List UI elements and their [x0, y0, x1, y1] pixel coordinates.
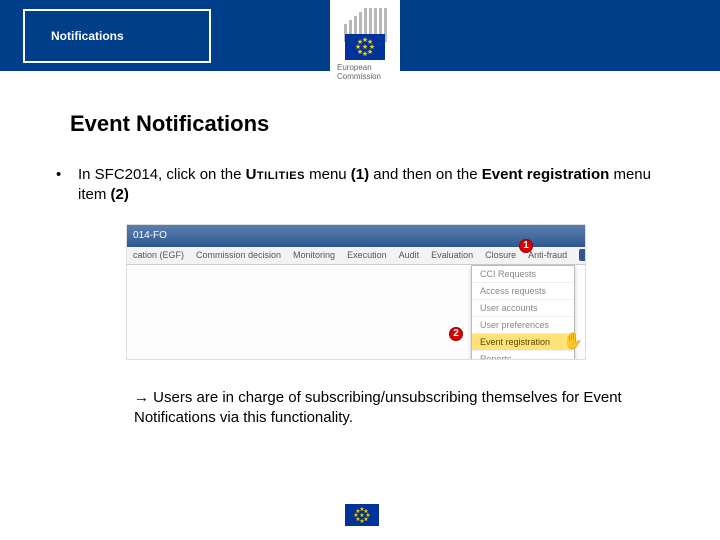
- menu-item[interactable]: Closure: [485, 250, 516, 260]
- app-menubar: cation (EGF) Commission decision Monitor…: [127, 247, 585, 265]
- menu-item[interactable]: Monitoring: [293, 250, 335, 260]
- instruction-bullet: • In SFC2014, click on the Utilities men…: [56, 165, 672, 206]
- eu-flag-icon: [345, 34, 385, 60]
- note-body: Users are in charge of subscribing/unsub…: [134, 389, 622, 426]
- slide-banner: Notifications European Commission: [0, 0, 720, 71]
- menu-item[interactable]: Execution: [347, 250, 387, 260]
- text-frag: and then on the: [369, 166, 482, 183]
- text-frag: In SFC2014, click on the: [78, 166, 246, 183]
- instruction-text: In SFC2014, click on the Utilities menu …: [78, 165, 672, 206]
- ec-logo-text: European Commission: [337, 64, 393, 82]
- menu-item[interactable]: Anti-fraud: [528, 250, 567, 260]
- menu-item[interactable]: Commission decision: [196, 250, 281, 260]
- slide-body: Event Notifications • In SFC2014, click …: [0, 71, 720, 428]
- bullet-marker: •: [56, 165, 78, 185]
- menu-item-utilities[interactable]: Utilities: [579, 249, 586, 261]
- cursor-icon: ✋: [563, 331, 583, 351]
- callout-marker-2: 2: [449, 327, 463, 341]
- dropdown-item[interactable]: User accounts: [472, 300, 574, 317]
- note-text: → Users are in charge of subscribing/uns…: [134, 388, 624, 429]
- utilities-word: Utilities: [246, 166, 305, 183]
- ref-1: (1): [351, 166, 369, 183]
- ec-logo: European Commission: [330, 0, 400, 96]
- dropdown-item[interactable]: Reports: [472, 351, 574, 360]
- menu-item[interactable]: Evaluation: [431, 250, 473, 260]
- text-frag: menu: [305, 166, 351, 183]
- slide-heading: Event Notifications: [70, 111, 672, 137]
- banner-title-box: Notifications: [23, 9, 211, 63]
- footer-eu-flag-icon: [345, 504, 379, 526]
- event-registration-word: Event registration: [482, 166, 610, 183]
- dropdown-item[interactable]: User preferences: [472, 317, 574, 334]
- menu-item[interactable]: Audit: [399, 250, 420, 260]
- dropdown-item[interactable]: CCI Requests: [472, 266, 574, 283]
- arrow-icon: →: [134, 389, 149, 406]
- menu-item[interactable]: cation (EGF): [133, 250, 184, 260]
- embedded-screenshot: 014-FO cation (EGF) Commission decision …: [126, 224, 586, 360]
- dropdown-item[interactable]: Access requests: [472, 283, 574, 300]
- callout-marker-1: 1: [519, 239, 533, 253]
- utilities-dropdown: CCI Requests Access requests User accoun…: [471, 265, 575, 360]
- dropdown-item-event-registration[interactable]: Event registration: [472, 334, 574, 351]
- ref-2: (2): [111, 186, 129, 203]
- banner-title: Notifications: [51, 29, 124, 43]
- app-titlebar: 014-FO: [127, 225, 585, 247]
